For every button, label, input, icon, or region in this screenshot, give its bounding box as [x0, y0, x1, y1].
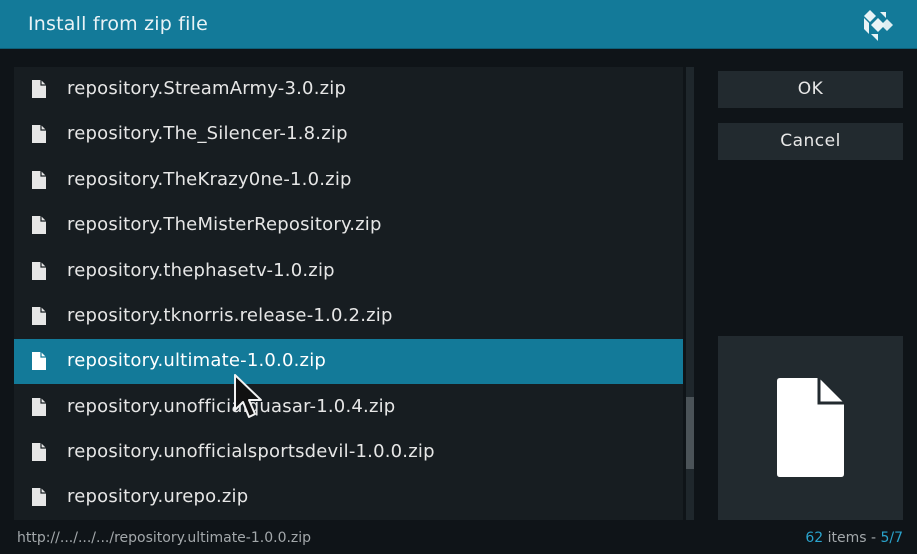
file-list: repository.StreamArmy-3.0.zip repository…	[14, 67, 683, 520]
item-count-status: 62 items - 5/7	[805, 530, 903, 546]
file-name: repository.TheMisterRepository.zip	[67, 214, 382, 235]
dialog-title: Install from zip file	[28, 13, 208, 35]
file-list-item-selected[interactable]: repository.ultimate-1.0.0.zip	[14, 339, 683, 384]
kodi-logo-icon	[864, 10, 893, 41]
file-list-item[interactable]: repository.unofficialsportsdevil-1.0.0.z…	[14, 430, 683, 475]
file-list-item[interactable]: repository.TheMisterRepository.zip	[14, 203, 683, 248]
file-icon	[32, 398, 46, 416]
file-name: repository.TheKrazy0ne-1.0.zip	[67, 169, 352, 190]
file-icon	[32, 262, 46, 280]
ok-button[interactable]: OK	[718, 71, 903, 108]
file-icon	[32, 307, 46, 325]
file-name: repository.thephasetv-1.0.zip	[67, 260, 335, 281]
file-name: repository.unofficialquasar-1.0.4.zip	[67, 396, 396, 417]
scrollbar-thumb[interactable]	[686, 397, 694, 469]
file-list-item[interactable]: repository.unofficialquasar-1.0.4.zip	[14, 385, 683, 430]
file-preview	[718, 336, 903, 520]
mouse-cursor-icon	[234, 374, 262, 418]
item-count: 62	[805, 530, 824, 546]
file-list-item[interactable]: repository.StreamArmy-3.0.zip	[14, 67, 683, 112]
file-icon	[777, 378, 844, 477]
file-icon	[32, 352, 46, 370]
file-name: repository.The_Silencer-1.8.zip	[67, 123, 348, 144]
file-name: repository.StreamArmy-3.0.zip	[67, 78, 347, 99]
file-list-item[interactable]: repository.urepo.zip	[14, 475, 683, 520]
page-indicator: 5/7	[880, 530, 903, 546]
file-icon	[32, 171, 46, 189]
file-name: repository.ultimate-1.0.0.zip	[67, 350, 327, 371]
file-name: repository.urepo.zip	[67, 486, 249, 507]
items-label: items -	[823, 530, 881, 546]
file-icon	[32, 216, 46, 234]
current-path: http://.../.../.../repository.ultimate-1…	[17, 530, 312, 546]
file-icon	[32, 80, 46, 98]
file-list-item[interactable]: repository.thephasetv-1.0.zip	[14, 249, 683, 294]
cancel-button[interactable]: Cancel	[718, 123, 903, 160]
file-list-item[interactable]: repository.tknorris.release-1.0.2.zip	[14, 294, 683, 339]
file-list-item[interactable]: repository.TheKrazy0ne-1.0.zip	[14, 158, 683, 203]
file-icon	[32, 443, 46, 461]
file-name: repository.tknorris.release-1.0.2.zip	[67, 305, 393, 326]
file-icon	[32, 488, 46, 506]
dialog-header: Install from zip file	[0, 0, 917, 49]
list-scrollbar[interactable]	[686, 67, 694, 520]
file-name: repository.unofficialsportsdevil-1.0.0.z…	[67, 441, 435, 462]
file-icon	[32, 125, 46, 143]
file-list-item[interactable]: repository.The_Silencer-1.8.zip	[14, 112, 683, 157]
